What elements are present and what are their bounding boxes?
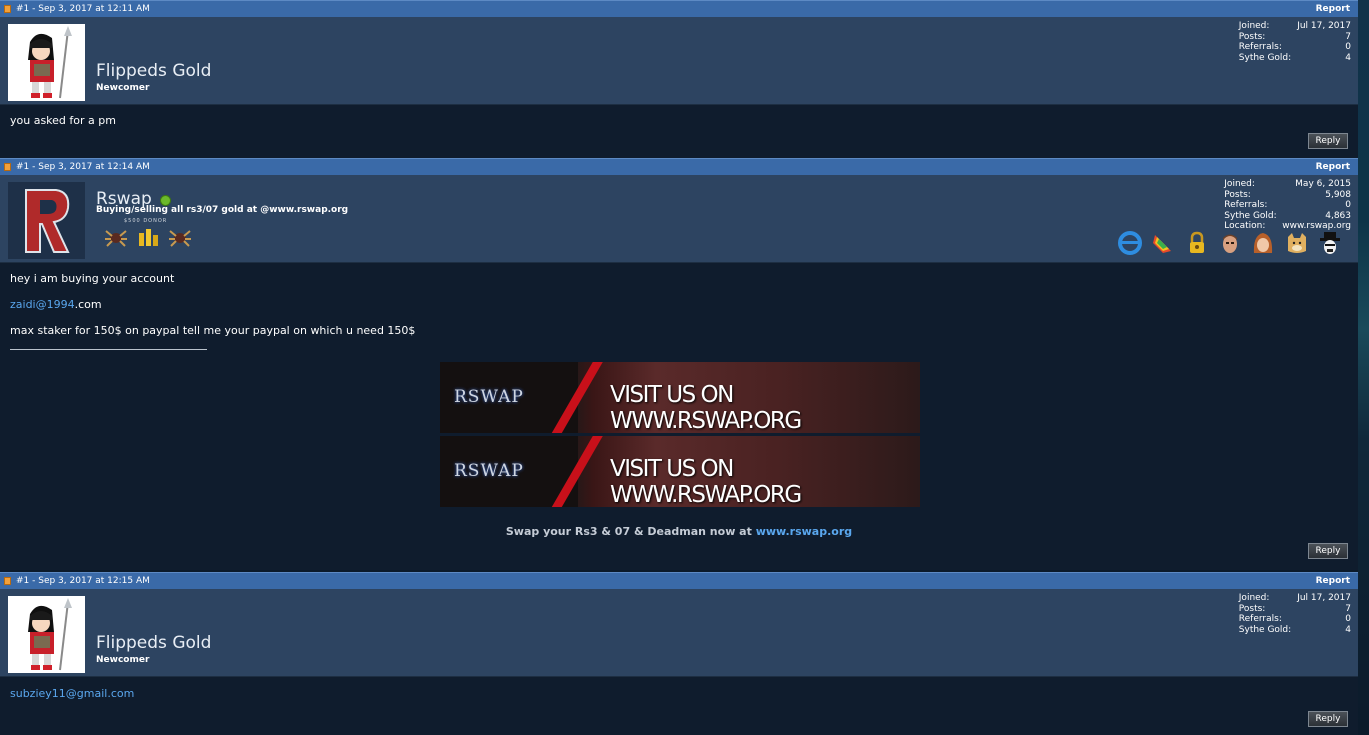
post-message-line: hey i am buying your account [10,272,175,285]
rswap-banner[interactable]: RSWAP VISIT US ON WWW.RSWAP.ORG [440,362,920,433]
stat-value: 4 [1345,52,1351,63]
stat-label: Joined: [1224,179,1255,189]
heisenberg-icon[interactable] [1317,230,1343,256]
post-message: you asked for a pm [10,114,116,127]
email-link[interactable]: zaidi@1994 [10,298,75,311]
stat-label: Posts: [1238,31,1266,42]
background-edge [1358,0,1369,733]
email-suffix: .com [74,298,102,311]
spider-icon [168,227,192,247]
stat-label: Sythe Gold: [1238,52,1292,63]
stat-label: Sythe Gold: [1224,210,1277,221]
stat-value: 7 [1345,603,1351,614]
stat-value: 0 [1345,42,1351,52]
rswap-banner[interactable]: RSWAP VISIT US ON WWW.RSWAP.ORG [440,436,920,507]
post-icon [4,5,11,13]
stat-label: Referrals: [1238,614,1282,624]
post-message-line: max staker for 150$ on paypal tell me yo… [10,324,416,337]
stat-label: Posts: [1224,189,1251,200]
stat-label: Referrals: [1224,200,1268,210]
signature-divider [10,349,207,350]
stat-value: Jul 17, 2017 [1297,21,1351,31]
stat-value: 7 [1345,31,1351,42]
user-title: Buying/selling all rs3/07 gold at @www.r… [96,205,349,215]
post-header: #1 - Sep 3, 2017 at 12:11 AM Report [0,0,1358,17]
stat-label: Posts: [1238,603,1266,614]
avatar[interactable] [8,182,85,259]
post-header: #1 - Sep 3, 2017 at 12:14 AM Report [0,158,1358,175]
post-body: you asked for a pm Reply [0,105,1358,158]
user-stats: Joined: Jul 17, 2017 Posts: 7 Referrals: 0 … [1239,21,1351,63]
email-line: zaidi@1994.com [10,298,102,311]
post-2: #1 - Sep 3, 2017 at 12:14 AM Report Rswa… [0,158,1358,570]
banner-text: VISIT US ON WWW.RSWAP.ORG [610,382,802,433]
padlock-icon[interactable] [1184,230,1210,256]
donor-label: $500 DONOR [124,218,168,224]
rainbow-icon[interactable] [1150,230,1176,256]
stat-label: Referrals: [1238,42,1282,52]
stat-label: Sythe Gold: [1238,624,1292,635]
ie-icon[interactable] [1117,230,1143,256]
face-icon[interactable] [1217,230,1243,256]
stat-value: 0 [1345,200,1351,210]
stat-value: 4 [1345,624,1351,635]
banner-logo: RSWAP [454,461,524,481]
post-icon [4,577,11,585]
stat-value: 0 [1345,614,1351,624]
spider-icon [104,227,128,247]
post-meta[interactable]: #1 - Sep 3, 2017 at 12:15 AM [16,573,150,589]
user-title: Newcomer [96,83,150,93]
banner-text: VISIT US ON WWW.RSWAP.ORG [610,456,802,507]
post-header: #1 - Sep 3, 2017 at 12:15 AM Report [0,572,1358,589]
gold-icon [137,225,161,247]
stat-label: Joined: [1238,593,1270,603]
reply-button[interactable]: Reply [1308,543,1348,559]
stat-value: May 6, 2015 [1295,179,1351,189]
swap-text: Swap your Rs3 & 07 & Deadman now at [505,525,756,538]
avatar[interactable] [8,596,85,673]
hair-icon[interactable] [1250,230,1276,256]
post-icon [4,163,11,171]
post-1: #1 - Sep 3, 2017 at 12:11 AM Report Flip… [0,0,1358,158]
reply-button[interactable]: Reply [1308,133,1348,149]
stat-value: 5,908 [1325,189,1351,200]
avatar[interactable] [8,24,85,101]
username[interactable]: Flippeds Gold [96,61,211,81]
post-body: hey i am buying your account zaidi@1994.… [0,263,1358,570]
user-info: Rswap Buying/selling all rs3/07 gold at … [0,175,1358,263]
post-meta[interactable]: #1 - Sep 3, 2017 at 12:11 AM [16,1,150,17]
username[interactable]: Flippeds Gold [96,633,211,653]
reply-button[interactable]: Reply [1308,711,1348,727]
swap-line: Swap your Rs3 & 07 & Deadman now at www.… [0,525,1358,538]
user-stats: Joined: May 6, 2015 Posts: 5,908 Referrals… [1224,179,1351,232]
user-info: Flippeds Gold Newcomer Joined: Jul 17, 20… [0,589,1358,677]
banner-logo: RSWAP [454,387,524,407]
doge-icon[interactable] [1284,230,1310,256]
email-link[interactable]: subziey11@gmail.com [10,687,134,700]
user-stats: Joined: Jul 17, 2017 Posts: 7 Referrals: 0 … [1239,593,1351,635]
stat-value: Jul 17, 2017 [1297,593,1351,603]
report-link[interactable]: Report [1316,573,1350,589]
post-meta[interactable]: #1 - Sep 3, 2017 at 12:14 AM [16,159,150,175]
post-3: #1 - Sep 3, 2017 at 12:15 AM Report Flip… [0,572,1358,735]
stat-value: 4,863 [1325,210,1351,221]
post-body: subziey11@gmail.com Reply [0,677,1358,735]
report-link[interactable]: Report [1316,1,1350,17]
user-info: Flippeds Gold Newcomer Joined: Jul 17, 20… [0,17,1358,105]
report-link[interactable]: Report [1316,159,1350,175]
stat-label: Joined: [1238,21,1270,31]
user-title: Newcomer [96,655,150,665]
swap-link[interactable]: www.rswap.org [756,525,852,538]
